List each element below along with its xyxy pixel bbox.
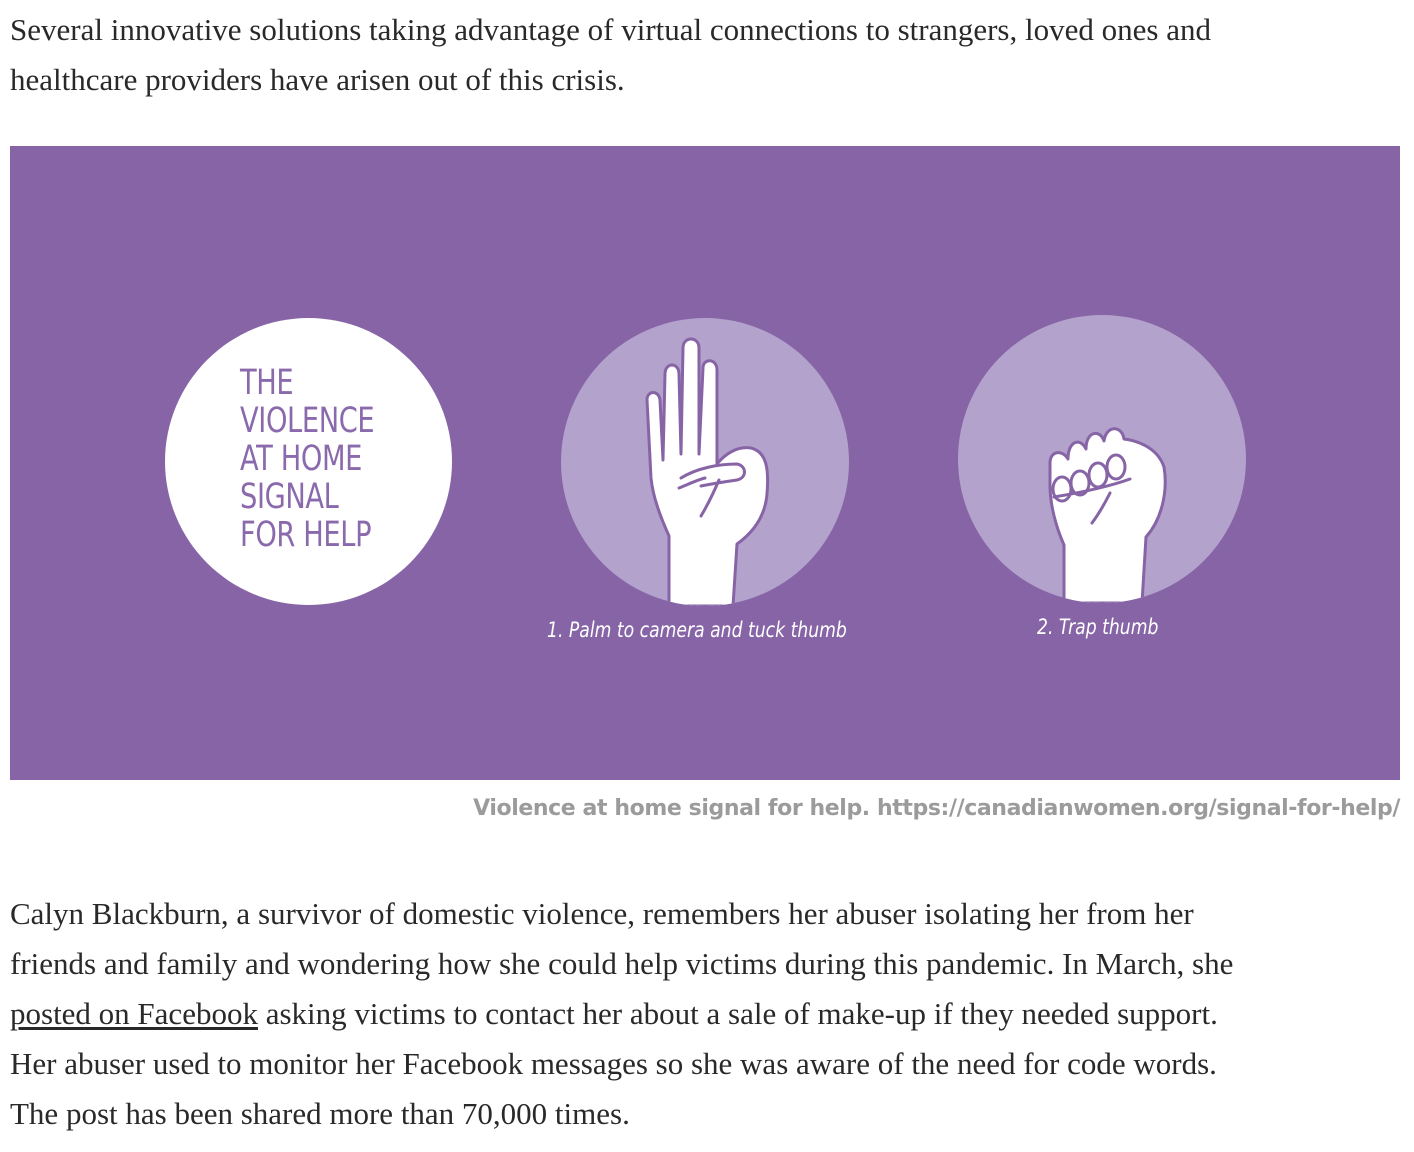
intro-paragraph: Several innovative solutions taking adva… xyxy=(10,5,1400,105)
story-line-1: Calyn Blackburn, a survivor of domestic … xyxy=(10,896,1194,931)
figure-title-line-4: SIGNAL xyxy=(240,477,339,517)
story-line-3: posted on Facebook asking victims to con… xyxy=(10,989,1400,1039)
figure-caption: Violence at home signal for help. https:… xyxy=(473,796,1400,821)
step2-circle xyxy=(958,315,1246,603)
step1-label: 1. Palm to camera and tuck thumb xyxy=(547,618,847,642)
story-line-5: The post has been shared more than 70,00… xyxy=(10,1096,630,1131)
open-palm-thumb-tucked-icon xyxy=(645,337,770,606)
story-line-3-rest: asking victims to contact her about a sa… xyxy=(257,996,1218,1031)
story-line-2: friends and family and wondering how she… xyxy=(10,946,1234,981)
step1-circle xyxy=(561,318,849,606)
figure-title: THE VIOLENCE AT HOME SIGNAL FOR HELP xyxy=(240,363,375,555)
signal-for-help-figure: THE VIOLENCE AT HOME SIGNAL FOR HELP 1. … xyxy=(10,146,1400,780)
figure-title-line-3: AT HOME xyxy=(240,439,363,479)
story-line-4: Her abuser used to monitor her Facebook … xyxy=(10,1046,1217,1081)
intro-line-1: Several innovative solutions taking adva… xyxy=(10,12,1211,47)
fist-trapped-thumb-icon xyxy=(1048,427,1167,603)
step2-label: 2. Trap thumb xyxy=(1037,615,1159,639)
figure-title-line-1: THE xyxy=(240,363,294,403)
intro-line-2: healthcare providers have arisen out of … xyxy=(10,62,625,97)
facebook-post-link[interactable]: posted on Facebook xyxy=(10,996,258,1031)
story-paragraph: Calyn Blackburn, a survivor of domestic … xyxy=(10,889,1400,1139)
figure-title-line-2: VIOLENCE xyxy=(240,401,375,441)
figure-title-line-5: FOR HELP xyxy=(240,515,372,555)
